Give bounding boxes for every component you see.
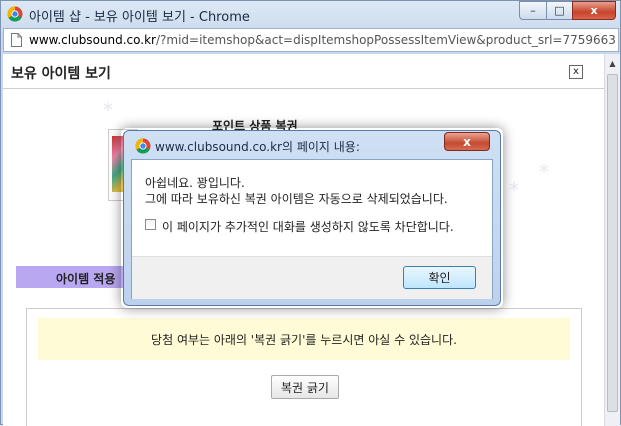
snowflake-decoration: * [509, 178, 519, 202]
scratch-ticket-button[interactable]: 복권 긁기 [271, 375, 339, 399]
scroll-thumb[interactable] [607, 74, 618, 412]
snowflake-decoration: * [103, 98, 113, 122]
page-icon [11, 33, 22, 47]
alert-dialog: www.clubsound.co.kr의 페이지 내용: x 아쉽네요. 꽝입니… [123, 130, 501, 306]
window-close-button[interactable]: x [572, 1, 616, 20]
vertical-scrollbar[interactable]: ▲ [604, 54, 620, 426]
maximize-button[interactable]: □ [546, 1, 573, 20]
dialog-message-line1: 아쉽네요. 꽝입니다. [145, 176, 245, 190]
page-header: 보유 아이템 보기 x [3, 54, 604, 89]
ok-button[interactable]: 확인 [403, 266, 476, 289]
url-domain: www.clubsound.co.kr [29, 33, 156, 47]
dialog-body: 아쉽네요. 꽝입니다. 그에 따라 보유하신 복권 아이템은 자동으로 삭제되었… [131, 159, 493, 299]
item-apply-label: 아이템 적용 [56, 272, 116, 286]
window-title: 아이템 샵 - 보유 아이템 보기 - Chrome [29, 10, 250, 25]
suppress-dialogs-label[interactable]: 이 페이지가 추가적인 대화를 생성하지 않도록 차단합니다. [162, 218, 454, 235]
url-path: /?mid=itemshop&act=dispItemshopPossessIt… [155, 33, 616, 47]
address-bar[interactable]: www.clubsound.co.kr/?mid=itemshop&act=di… [3, 28, 619, 52]
dialog-title: www.clubsound.co.kr의 페이지 내용: [155, 140, 360, 154]
title-bar[interactable]: 아이템 샵 - 보유 아이템 보기 - Chrome – □ x [1, 1, 621, 27]
notice-box: 당첨 여부는 아래의 '복권 긁기'를 누르시면 아실 수 있습니다. [38, 318, 570, 360]
scroll-up-arrow-icon[interactable]: ▲ [605, 56, 620, 70]
snowflake-decoration: * [539, 160, 549, 184]
chrome-icon [7, 6, 23, 22]
minimize-button[interactable]: – [519, 1, 547, 20]
url-text: www.clubsound.co.kr/?mid=itemshop&act=di… [29, 33, 616, 47]
page-title: 보유 아이템 보기 [11, 66, 111, 82]
notice-text: 당첨 여부는 아래의 '복권 긁기'를 누르시면 아실 수 있습니다. [151, 333, 457, 347]
dialog-message-line2: 그에 따라 보유하신 복권 아이템은 자동으로 삭제되었습니다. [145, 192, 448, 206]
dialog-close-button[interactable]: x [444, 132, 490, 151]
dialog-footer: 확인 [132, 256, 492, 299]
suppress-dialogs-checkbox[interactable] [145, 219, 156, 230]
result-panel: 당첨 여부는 아래의 '복권 긁기'를 누르시면 아실 수 있습니다. 복권 긁… [26, 308, 582, 426]
page-close-button[interactable]: x [569, 65, 583, 79]
chrome-icon [135, 138, 151, 154]
